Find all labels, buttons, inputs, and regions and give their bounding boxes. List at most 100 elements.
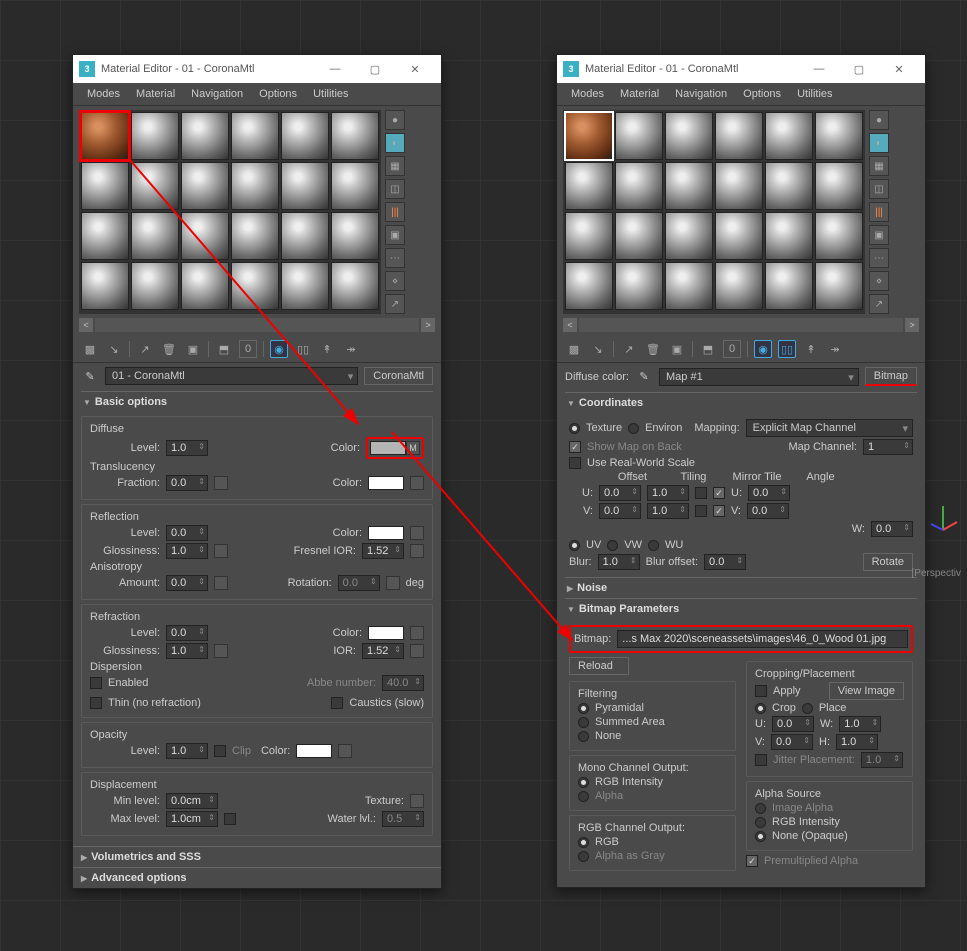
diffuse-map-button[interactable]: M [406,441,420,455]
aniso-map-button[interactable] [214,576,228,590]
sample-slot[interactable] [181,162,229,210]
titlebar[interactable]: 3 Material Editor - 01 - CoronaMtl — ▢ ✕ [73,55,441,83]
fresnel-ior-spinner[interactable]: 1.52 [362,543,404,559]
max-level-spinner[interactable]: 1.0cm [166,811,218,827]
sample-type-icon[interactable]: ● [385,110,405,130]
sample-slot[interactable] [815,112,863,160]
menu-options[interactable]: Options [251,86,305,102]
rgb-out-radio[interactable] [578,837,589,848]
sample-slot[interactable] [231,162,279,210]
u-tile-checkbox[interactable] [713,487,725,499]
background-icon[interactable]: ▦ [869,156,889,176]
diffuse-color-swatch[interactable] [370,441,406,455]
material-id-icon[interactable]: 0 [723,340,741,358]
sample-slot-1[interactable] [565,112,613,160]
sample-slot[interactable] [665,212,713,260]
sample-slot[interactable] [131,262,179,310]
material-name-combo[interactable]: 01 - CoronaMtl [105,367,358,385]
close-button[interactable]: ✕ [395,55,435,83]
texture-radio[interactable] [569,423,580,434]
sample-slot[interactable] [765,162,813,210]
rgb-intensity-radio[interactable] [578,777,589,788]
u-angle-spinner[interactable]: 0.0 [748,485,790,501]
scrollbar[interactable] [95,318,419,332]
reflection-color-swatch[interactable] [368,526,404,540]
put-to-library-icon[interactable]: ⬒ [699,340,717,358]
volumetrics-rollout[interactable]: ▶Volumetrics and SSS [73,846,441,867]
reflection-level-spinner[interactable]: 0.0 [166,525,208,541]
assign-icon[interactable]: ↗ [620,340,638,358]
refraction-map-button[interactable] [410,626,424,640]
none-filter-radio[interactable] [578,731,589,742]
u-offset-spinner[interactable]: 0.0 [599,485,641,501]
dispersion-enabled-checkbox[interactable] [90,677,102,689]
put-to-scene-icon[interactable]: ↘ [105,340,123,358]
sample-slot[interactable] [331,262,379,310]
v-angle-spinner[interactable]: 0.0 [747,503,789,519]
crop-h-spinner[interactable]: 1.0 [836,734,878,750]
apply-checkbox[interactable] [755,685,767,697]
make-copy-icon[interactable]: ▣ [668,340,686,358]
options-icon[interactable]: ⋯ [385,248,405,268]
pyramidal-radio[interactable] [578,703,589,714]
crop-u-spinner[interactable]: 0.0 [772,716,814,732]
material-map-nav-icon[interactable]: ↗ [385,294,405,314]
scrollbar[interactable] [579,318,903,332]
summed-area-radio[interactable] [578,717,589,728]
translucency-color-swatch[interactable] [368,476,404,490]
image-alpha-radio[interactable] [755,803,766,814]
place-radio[interactable] [802,703,813,714]
show-end-result-icon[interactable]: ▯▯ [294,340,312,358]
map-type-button[interactable]: Bitmap [865,367,917,386]
bitmap-path-field[interactable]: ...s Max 2020\sceneassets\images\46_0_Wo… [617,630,908,648]
sample-slot[interactable] [765,212,813,260]
sample-slot[interactable] [181,262,229,310]
v-tile-checkbox[interactable] [713,505,725,517]
jitter-spinner[interactable]: 1.0 [861,752,903,768]
pick-map-icon[interactable]: ✎ [635,368,653,386]
sample-slot[interactable] [231,112,279,160]
vw-radio[interactable] [607,540,618,551]
sample-slot[interactable] [615,112,663,160]
aniso-amount-spinner[interactable]: 0.0 [166,575,208,591]
translucency-map-button[interactable] [214,476,228,490]
translucency-color-map-button[interactable] [410,476,424,490]
menu-material[interactable]: Material [612,86,667,102]
sample-slot[interactable] [131,162,179,210]
min-level-spinner[interactable]: 0.0cm [166,793,218,809]
u-tiling-spinner[interactable]: 1.0 [647,485,689,501]
coordinates-rollout[interactable]: ▼Coordinates [565,392,917,413]
backlight-icon[interactable]: ◐ [385,133,405,153]
options-icon[interactable]: ⋯ [869,248,889,268]
sample-slot[interactable] [131,112,179,160]
sample-slot[interactable] [615,162,663,210]
maximize-button[interactable]: ▢ [355,55,395,83]
menu-utilities[interactable]: Utilities [305,86,356,102]
noise-rollout[interactable]: ▶Noise [565,577,917,598]
refraction-gloss-map-button[interactable] [214,644,228,658]
refraction-color-swatch[interactable] [368,626,404,640]
reset-icon[interactable]: 🗑 [644,340,662,358]
v-offset-spinner[interactable]: 0.0 [599,503,641,519]
blur-spinner[interactable]: 1.0 [598,554,640,570]
put-to-scene-icon[interactable]: ↘ [589,340,607,358]
sample-slot[interactable] [181,212,229,260]
water-level-spinner[interactable]: 0.5 [382,811,424,827]
menu-navigation[interactable]: Navigation [667,86,735,102]
sample-slot[interactable] [665,112,713,160]
map-name-combo[interactable]: Map #1 [659,368,859,386]
sample-slot[interactable] [565,162,613,210]
go-to-parent-icon[interactable]: ↟ [802,340,820,358]
none-opaque-radio[interactable] [755,831,766,842]
crop-radio[interactable] [755,703,766,714]
rgb-intensity-alpha-radio[interactable] [755,817,766,828]
jitter-checkbox[interactable] [755,754,767,766]
sample-slot[interactable] [815,212,863,260]
go-forward-icon[interactable]: ↠ [826,340,844,358]
caustics-checkbox[interactable] [331,697,343,709]
sample-slot[interactable] [331,162,379,210]
reflection-gloss-map-button[interactable] [214,544,228,558]
titlebar[interactable]: 3 Material Editor - 01 - CoronaMtl — ▢ ✕ [557,55,925,83]
material-id-icon[interactable]: 0 [239,340,257,358]
go-forward-icon[interactable]: ↠ [342,340,360,358]
